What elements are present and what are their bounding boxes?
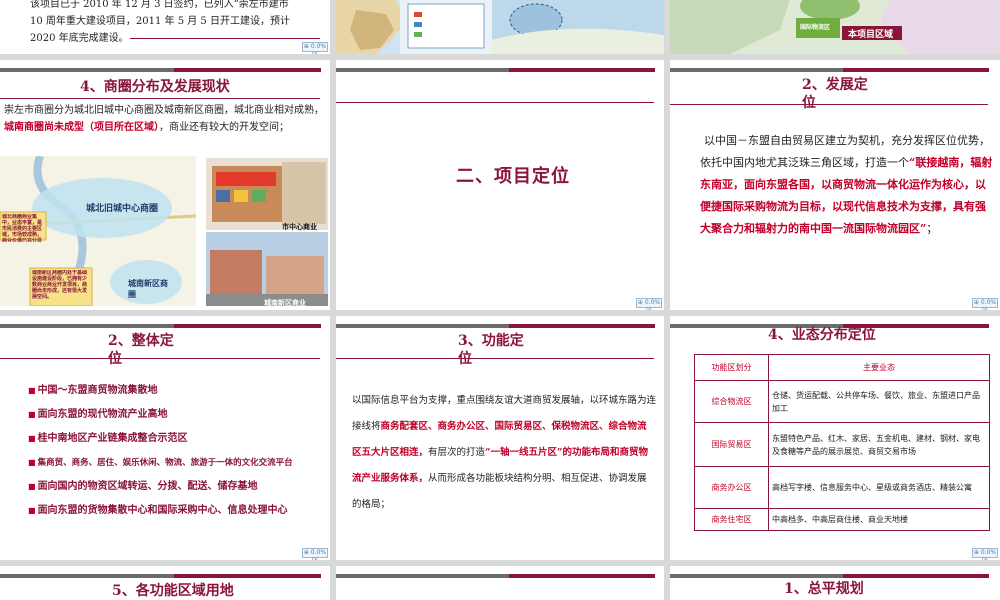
- logo-icon: ⊕ 0.0%(S: [302, 42, 328, 54]
- slide-title: 4、商圈分布及发展现状: [80, 79, 230, 95]
- region-map-image: [336, 0, 664, 54]
- table-row: 综合物流区 仓储、货运配载、公共停车场、餐饮、旅业、东盟进口产品加工: [694, 380, 990, 423]
- table-header-cell: 主要业态: [768, 354, 990, 381]
- downtown-caption: 市中心商业: [282, 222, 317, 231]
- list-item: 面向东盟的现代物流产业高地: [28, 406, 328, 430]
- logo-icon: ⊕ 0.0%(S: [972, 548, 998, 560]
- slide-title: 3、功能定位: [458, 333, 524, 367]
- table-row: 国际贸易区 东盟特色产品、红木、家居、五金机电、建材、钢材、家电及食糖等产品的展…: [694, 422, 990, 467]
- slide-business-format: 4、业态分布定位 功能区划分 主要业态 综合物流区 仓储、货运配载、公共停车场、…: [670, 316, 1000, 560]
- slide-overall-positioning: 2、整体定位 中国～东盟商贸物流集散地 面向东盟的现代物流产业高地 桂中南地区产…: [0, 316, 330, 560]
- map-label-south: 城南新区商圈: [128, 278, 168, 299]
- slide-site-map: 国际物流区 本项目区域: [670, 0, 1000, 54]
- logo-icon: ⊕ 0.0%(S: [636, 298, 662, 310]
- new-district-photo: [206, 232, 328, 306]
- development-description: 以中国－东盟自由贸易区建立为契机，充分发挥区位优势，依托中国内地尤其泛珠三角区域…: [700, 134, 993, 235]
- slide-master-plan: 1、总平规划: [670, 566, 1000, 600]
- function-description: 以国际信息平台为支撑，重点围绕友谊大道商贸发展轴，以环城东路为连接线将商务配套区…: [352, 395, 657, 510]
- positioning-list: 中国～东盟商贸物流集散地 面向东盟的现代物流产业高地 桂中南地区产业链集成整合示…: [28, 382, 328, 526]
- logo-icon: ⊕ 0.0%(S: [302, 548, 328, 560]
- slide-function-positioning: 3、功能定位 以国际信息平台为支撑，重点围绕友谊大道商贸发展轴，以环城东路为连接…: [336, 316, 664, 560]
- slide-land-use: 5、各功能区域用地: [0, 566, 330, 600]
- intro-line-2: 10 周年重大建设项目，2011 年 5 月 5 日开工建设，预计: [30, 16, 290, 27]
- table-header: 功能区划分 主要业态: [694, 354, 990, 381]
- slide-title: 4、业态分布定位: [768, 327, 876, 343]
- slide-development-positioning: 2、发展定位 以中国－东盟自由贸易区建立为契机，充分发挥区位优势，依托中国内地尤…: [670, 60, 1000, 310]
- slide-title: 5、各功能区域用地: [112, 583, 234, 599]
- slide-section-positioning: 二、项目定位 ⊕ 0.0%(S: [336, 60, 664, 310]
- format-table: 功能区划分 主要业态 综合物流区 仓储、货运配载、公共停车场、餐饮、旅业、东盟进…: [694, 354, 990, 531]
- slide-blank: [336, 566, 664, 600]
- slide-title: 2、发展定位: [802, 77, 868, 111]
- list-item: 面向东盟的货物集散中心和国际采购中心、信息处理中心: [28, 502, 328, 526]
- list-item: 面向国内的物资区域转运、分拨、配送、储存基地: [28, 478, 328, 502]
- table-row: 商务办公区 高档写字楼、信息服务中心、星级或商务酒店、精装公寓: [694, 466, 990, 509]
- section-title: 二、项目定位: [456, 166, 570, 187]
- list-item: 集商贸、商务、居住、娱乐休闲、物流、旅游于一体的文化交流平台: [28, 454, 328, 478]
- slide-region-map: [336, 0, 664, 54]
- map-label-north: 城北旧城中心商圈: [86, 204, 159, 214]
- district-description: 崇左市商圈分为城北旧城中心商圈及城南新区商圈，城北商业相对成熟，城南商圈尚未成型…: [4, 105, 324, 133]
- intro-line-1: 该项目已于 2010 年 12 月 3 日签约，已列入“崇左市建市: [30, 0, 289, 10]
- table-row: 商务住宅区 中高档多、中高层商住楼、商业天地楼: [694, 508, 990, 531]
- list-item: 桂中南地区产业链集成整合示范区: [28, 430, 328, 454]
- project-area-tag: 本项目区域: [848, 30, 894, 40]
- new-district-caption: 城南新区商业: [264, 298, 306, 307]
- table-header-cell: 功能区划分: [694, 354, 769, 381]
- slide-project-intro: 该项目已于 2010 年 12 月 3 日签约，已列入“崇左市建市 10 周年重…: [0, 0, 330, 54]
- site-small-tag: 国际物流区: [800, 24, 831, 31]
- downtown-photo: [206, 158, 328, 230]
- slide-business-district: 4、商圈分布及发展现状 崇左市商圈分为城北旧城中心商圈及城南新区商圈，城北商业相…: [0, 60, 330, 310]
- slide-title: 1、总平规划: [784, 581, 864, 597]
- logo-icon: ⊕ 0.0%(S: [972, 298, 998, 310]
- list-item: 中国～东盟商贸物流集散地: [28, 382, 328, 406]
- slide-title: 2、整体定位: [108, 333, 174, 367]
- map-note-north: 城北商圈商业集中，业态丰富，是市民消费的主要区域，市场较成熟，商业价值已充分显现…: [2, 214, 43, 242]
- map-note-south: 城南新区商圈内处于基础设施建设阶段，已拥有少数商业商业开发项目，商圈尚未形成，还…: [32, 270, 88, 300]
